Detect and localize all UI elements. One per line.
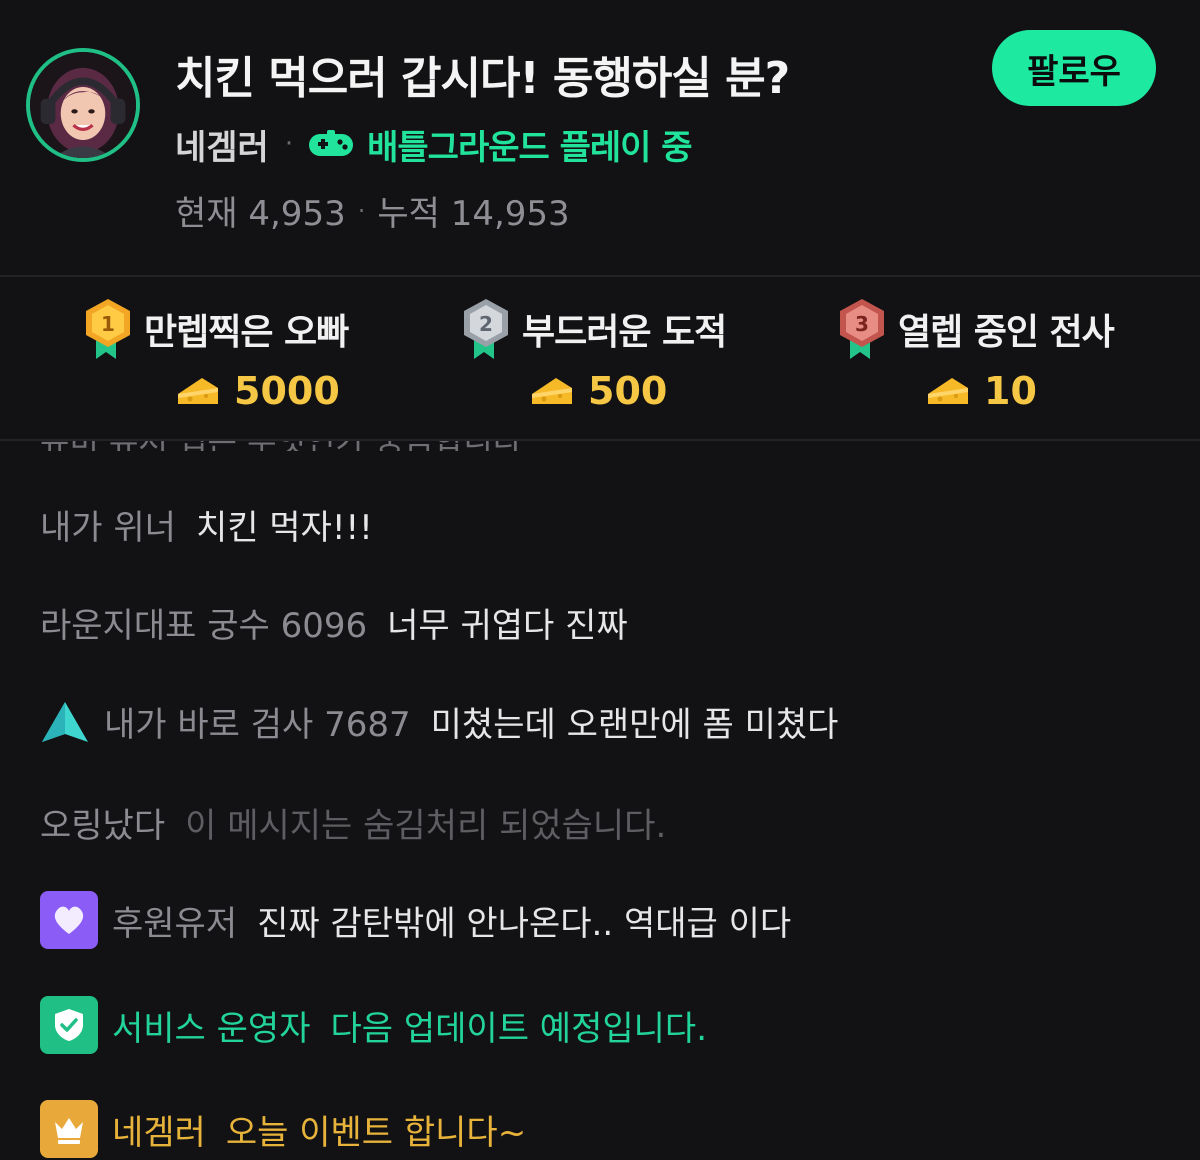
chat-message: 너무 귀엽다 진짜 [387,606,628,646]
chat-nickname[interactable]: 오링났다 [40,798,165,847]
streamer-name[interactable]: 네겜러 [175,120,269,169]
rank-number: 1 [101,312,115,336]
viewer-stats: 현재 4,953 · 누적 14,953 [175,186,570,235]
bronze-medal-icon: 3 [840,299,884,359]
chat-line: 라운지대표 궁수 6096 너무 귀엽다 진짜 [40,598,628,647]
current-viewers: 현재 4,953 [175,194,346,234]
shield-check-icon [55,1009,83,1041]
silver-medal-icon: 2 [464,299,508,359]
chat-message: 오늘 이벤트 합니다~ [225,1112,527,1153]
chat-nickname[interactable]: 내가 바로 검사 7687 [104,697,411,746]
chat-message: 다음 업데이트 예정입니다. [330,1008,708,1049]
game-category-label[interactable]: 배틀그라운드 플레이 중 [367,120,692,169]
gamepad-icon [309,130,354,156]
donation-ranking: 1 만렙찍은 오빠 5000 2 부드러운 도적 500 3 열렙 중인 전사 … [0,277,1200,439]
chat-line: 후원유저 진짜 감탄밖에 안나온다.. 역대급 이다 [40,891,791,949]
chat-message: 치킨 먹자!!! [195,508,373,548]
stream-header: 치킨 먹으러 갑시다! 동행하실 분? 팔로우 네겜러 · 배틀그라운드 플레이… [0,0,1200,275]
hidden-message-notice: 이 메시지는 숨김처리 되었습니다. [185,806,667,846]
ranking-item-1[interactable]: 1 만렙찍은 오빠 5000 [80,297,349,427]
chat-line: 내가 바로 검사 7687 미쳤는데 오랜만에 폼 미쳤다 [40,697,838,746]
rank-number: 2 [479,312,493,336]
supporter-badge [40,891,98,949]
cheese-icon [928,378,968,404]
streamer-badge [40,1100,98,1158]
cheese-icon [178,378,218,404]
crown-icon [55,1118,83,1144]
chat-nickname[interactable]: 라운지대표 궁수 6096 [40,598,367,647]
chat-line: 내가 위너 치킨 먹자!!! [40,500,373,549]
streamer-avatar[interactable] [26,48,140,162]
triangle-icon [42,701,88,742]
chat-message: 미쳤는데 오랜만에 폼 미쳤다 [430,705,839,745]
chat-nickname[interactable]: 서비스 운영자 [112,1001,311,1050]
ranking-name: 열렙 중인 전사 [898,312,1115,353]
meta-separator: · [284,129,294,159]
stats-separator: · [357,196,366,225]
chat-message: 진짜 감탄밖에 안나온다.. 역대급 이다 [257,903,792,944]
stream-meta: 네겜러 · 배틀그라운드 플레이 중 [175,120,693,169]
rank-number: 3 [855,312,869,336]
heart-icon [54,906,84,934]
chat-line-partial-text: 뉴비 유저 팁은 무엇인가 궁금합니다 [40,441,522,451]
ranking-name: 부드러운 도적 [522,312,727,353]
donation-amount: 500 [588,369,668,413]
ranking-item-3[interactable]: 3 열렙 중인 전사 10 [834,297,1115,427]
follow-button[interactable]: 팔로우 [992,30,1156,106]
ranking-name: 만렙찍은 오빠 [144,312,349,353]
ranking-item-2[interactable]: 2 부드러운 도적 500 [458,297,727,427]
chat-nickname[interactable]: 후원유저 [112,896,237,945]
chat-line: 오링났다 이 메시지는 숨김처리 되었습니다. [40,798,666,847]
stream-title: 치킨 먹으러 갑시다! 동행하실 분? [175,53,790,104]
operator-badge [40,996,98,1054]
donation-amount: 10 [984,369,1037,413]
chat-nickname[interactable]: 네겜러 [112,1105,206,1154]
total-viewers: 누적 14,953 [377,194,570,234]
chat-line: 서비스 운영자 다음 업데이트 예정입니다. [40,996,707,1054]
cheese-icon [532,378,572,404]
gold-medal-icon: 1 [86,299,130,359]
chat-line: 네겜러 오늘 이벤트 합니다~ [40,1100,526,1158]
donation-amount: 5000 [234,369,340,413]
chat-line-partial: 뉴비 유저 팁은 무엇인가 궁금합니다 [40,441,840,451]
chat-nickname[interactable]: 내가 위너 [40,500,176,549]
